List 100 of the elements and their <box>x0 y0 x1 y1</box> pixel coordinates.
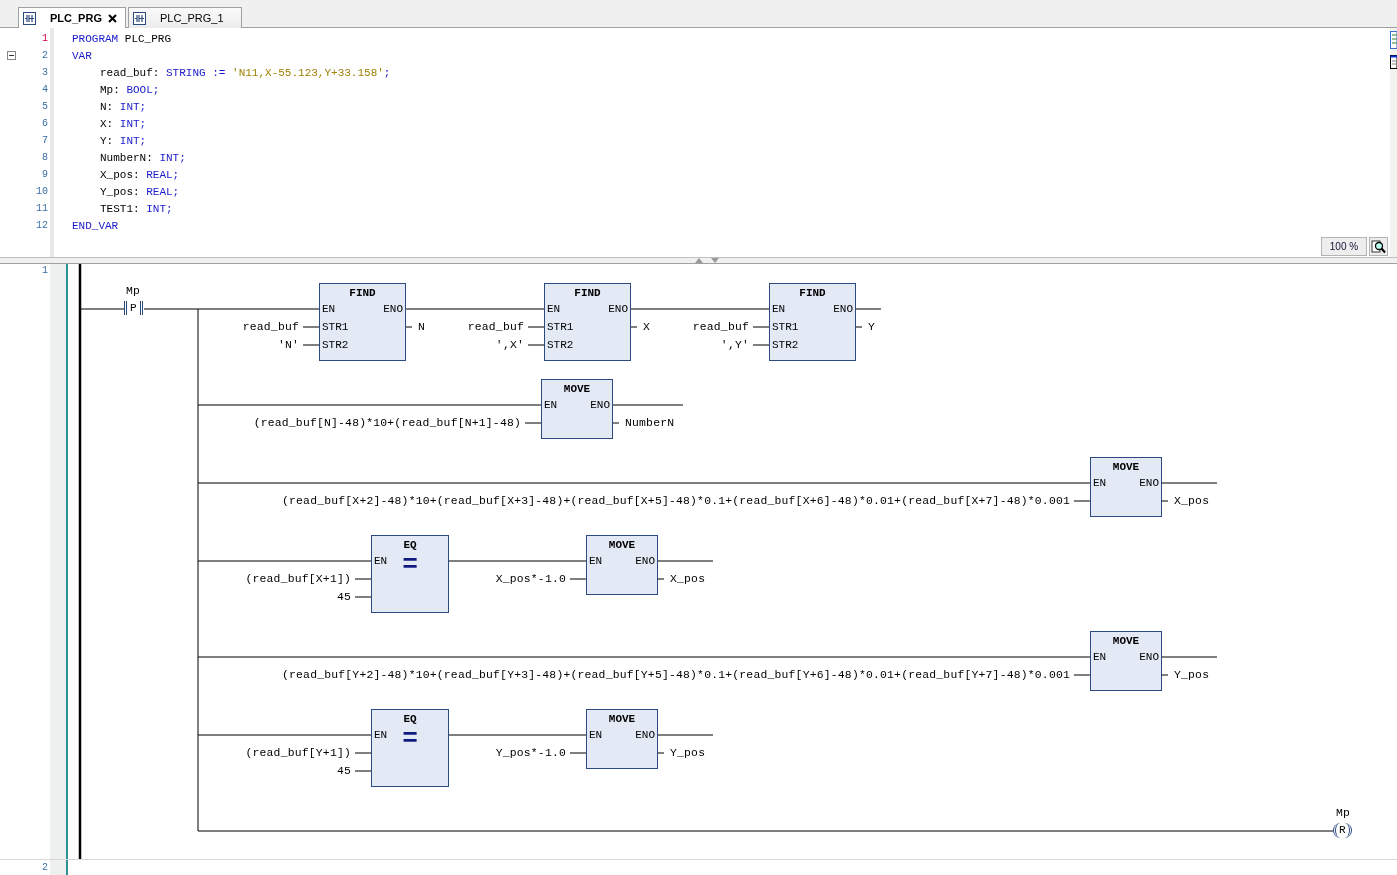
code-line: read_buf: STRING := 'N11,X-55.123,Y+33.158'; <box>100 66 391 79</box>
block-title: MOVE <box>1111 635 1141 648</box>
coil-variable: Mp <box>1336 806 1351 820</box>
output-variable: Y_pos <box>1174 668 1210 682</box>
input-variable: (read_buf[N]-48)*10+(read_buf[N+1]-48) <box>253 416 521 430</box>
code-line: Y_pos: REAL; <box>100 185 180 198</box>
block-title: MOVE <box>562 383 592 396</box>
output-variable: X_pos <box>670 572 706 586</box>
pin-label: EN <box>589 555 603 568</box>
pin-label: ENO <box>635 729 655 742</box>
ladder-icon <box>132 11 146 25</box>
line-number: 4 <box>42 84 48 95</box>
output-variable: X <box>643 320 651 334</box>
output-variable: Y_pos <box>670 746 706 760</box>
pin-label: ENO <box>833 303 853 316</box>
code-line: NumberN: INT; <box>100 151 186 164</box>
pin-label: EN <box>322 303 336 316</box>
network-number: 2 <box>42 862 48 873</box>
input-variable: read_buf <box>692 320 749 334</box>
close-icon[interactable] <box>107 13 117 23</box>
block-symbol: = <box>402 724 418 750</box>
output-variable: NumberN <box>625 416 675 430</box>
contact[interactable]: P <box>124 301 143 315</box>
pin-label: ENO <box>608 303 628 316</box>
code-line: X: INT; <box>100 117 147 130</box>
block-title: FIND <box>348 287 377 300</box>
line-number: 8 <box>42 152 48 163</box>
block-title: EQ <box>402 539 418 552</box>
code-line: N: INT; <box>100 100 147 113</box>
function-block[interactable]: FIND EN ENO STR1 STR2 <box>319 283 406 361</box>
input-variable: (read_buf[X+1]) <box>245 572 351 586</box>
editor-tab[interactable]: PLC_PRG <box>18 7 126 28</box>
table-icon[interactable] <box>1390 55 1397 69</box>
pin-label: EN <box>1093 651 1107 664</box>
list-icon[interactable] <box>1390 31 1397 49</box>
input-variable: 45 <box>336 764 351 778</box>
block-symbol: = <box>402 550 418 576</box>
editor-tab[interactable]: PLC_PRG_1 <box>127 7 242 28</box>
pin-label: ENO <box>590 399 610 412</box>
line-number: 5 <box>42 101 48 112</box>
line-number: 6 <box>42 118 48 129</box>
function-block[interactable]: EQ = EN <box>371 709 449 787</box>
line-number: 12 <box>36 220 48 231</box>
input-variable: Y_pos*-1.0 <box>495 746 566 760</box>
block-title: MOVE <box>607 539 637 552</box>
line-number: 1 <box>42 33 48 44</box>
function-block[interactable]: MOVE EN ENO <box>1090 457 1162 517</box>
pin-label: STR2 <box>322 339 349 352</box>
block-title: FIND <box>798 287 827 300</box>
function-block[interactable]: EQ = EN <box>371 535 449 613</box>
pin-label: EN <box>544 399 558 412</box>
pin-label: EN <box>772 303 786 316</box>
function-block[interactable]: MOVE EN ENO <box>586 709 658 769</box>
pin-label: STR2 <box>547 339 574 352</box>
input-variable: 'N' <box>277 338 299 352</box>
pin-label: STR1 <box>322 321 349 334</box>
line-number: 2 <box>42 50 48 61</box>
function-block[interactable]: MOVE EN ENO <box>586 535 658 595</box>
code-line: PROGRAM PLC_PRG <box>72 32 172 45</box>
input-variable: read_buf <box>467 320 524 334</box>
input-variable: (read_buf[X+2]-48)*10+(read_buf[X+3]-48)+(read_buf[X+5]-48)*0.1+(read_buf[X+6]-48)*0.01+(read_buf[X+7]-48)*0.001 <box>282 494 1070 508</box>
code-line: END_VAR <box>72 219 119 232</box>
pin-label: ENO <box>635 555 655 568</box>
input-variable: ',X' <box>495 338 524 352</box>
function-block[interactable]: MOVE EN ENO <box>1090 631 1162 691</box>
input-variable: ',Y' <box>720 338 749 352</box>
search-button[interactable] <box>1369 237 1388 256</box>
line-number: 9 <box>42 169 48 180</box>
pin-label: STR1 <box>772 321 799 334</box>
block-title: MOVE <box>607 713 637 726</box>
zoom-level[interactable]: 100 % <box>1321 237 1367 256</box>
function-block[interactable]: FIND EN ENO STR1 STR2 <box>544 283 631 361</box>
pin-label: ENO <box>1139 477 1159 490</box>
pin-label: EN <box>1093 477 1107 490</box>
code-line: VAR <box>72 49 92 62</box>
function-block[interactable]: FIND EN ENO STR1 STR2 <box>769 283 856 361</box>
pin-label: EN <box>589 729 603 742</box>
collapse-icon[interactable] <box>7 51 16 60</box>
pin-label: STR2 <box>772 339 799 352</box>
input-variable: 45 <box>336 590 351 604</box>
contact-variable: Mp <box>126 284 141 298</box>
function-block[interactable]: MOVE EN ENO <box>541 379 613 439</box>
network-number: 1 <box>42 265 48 276</box>
block-title: FIND <box>573 287 602 300</box>
pin-label: ENO <box>1139 651 1159 664</box>
line-number: 3 <box>42 67 48 78</box>
code-line: Mp: BOOL; <box>100 83 160 96</box>
output-variable: N <box>418 320 426 334</box>
line-number: 7 <box>42 135 48 146</box>
code-line: X_pos: REAL; <box>100 168 180 181</box>
output-variable: Y <box>868 320 876 334</box>
block-title: EQ <box>402 713 418 726</box>
line-number: 10 <box>36 186 48 197</box>
input-variable: X_pos*-1.0 <box>495 572 566 586</box>
input-variable: (read_buf[Y+2]-48)*10+(read_buf[Y+3]-48)+(read_buf[Y+5]-48)*0.1+(read_buf[Y+6]-48)*0.01+(read_buf[Y+7]-48)*0.001 <box>282 668 1070 682</box>
input-variable: read_buf <box>242 320 299 334</box>
output-variable: X_pos <box>1174 494 1210 508</box>
ladder-icon <box>23 11 36 25</box>
pin-label: EN <box>547 303 561 316</box>
code-line: TEST1: INT; <box>100 202 173 215</box>
